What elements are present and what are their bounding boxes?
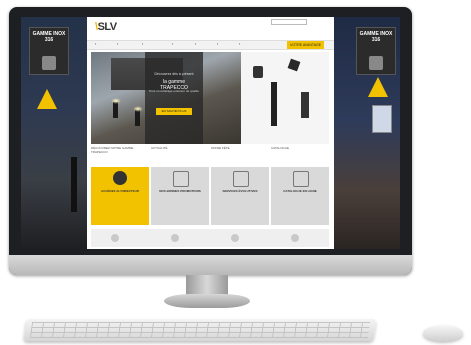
nav-cta-button[interactable]: VOTRE AVANTAGE bbox=[287, 41, 325, 49]
gear-icon bbox=[233, 171, 249, 187]
social-icon[interactable] bbox=[171, 234, 179, 242]
sub-link[interactable]: OFFRE FÊTE bbox=[211, 146, 265, 150]
mouse bbox=[423, 325, 463, 341]
monitor-chin bbox=[9, 255, 412, 275]
sub-link[interactable]: DÉCOUVREZ NOTRE GAMME TRAPECCO bbox=[91, 146, 145, 154]
feature-tile[interactable]: NOS BONNES PROMOTIONS bbox=[151, 167, 209, 225]
left-ad-title: GAMME INOX 316 bbox=[32, 31, 66, 43]
monitor: GAMME INOX 316 \SLV ▪ ▪ ▪ ▪ ▪ ▪ ▪ VOTRE … bbox=[9, 7, 412, 275]
warning-icon bbox=[368, 77, 388, 97]
product-image bbox=[42, 56, 56, 70]
nav-item[interactable]: ▪ bbox=[117, 42, 118, 46]
nav-item[interactable]: ▪ bbox=[172, 42, 173, 46]
keyboard bbox=[23, 319, 377, 341]
spotlight-product-icon bbox=[253, 66, 263, 78]
website: \SLV ▪ ▪ ▪ ▪ ▪ ▪ ▪ VOTRE AVANTAGE Découv… bbox=[87, 17, 334, 249]
product-image bbox=[369, 56, 383, 70]
bollard-product-icon bbox=[271, 82, 277, 126]
hero-text: Pour un éclairage extérieur de qualité bbox=[149, 89, 199, 93]
left-ad-box[interactable]: GAMME INOX 316 bbox=[29, 27, 69, 75]
wall-light-product-icon bbox=[287, 58, 301, 72]
hero-products bbox=[241, 52, 329, 144]
hero-line1: Découvrez dès à présent bbox=[154, 72, 194, 76]
nav-item[interactable]: ▪ bbox=[217, 42, 218, 46]
book-icon bbox=[293, 171, 309, 187]
sub-links: DÉCOUVREZ NOTRE GAMME TRAPECCO ACTUALITÉ… bbox=[91, 145, 329, 161]
feature-tile[interactable]: ACCÉDEZ AU DIRECTEUR bbox=[91, 167, 149, 225]
sub-link[interactable]: CATALOGUE bbox=[271, 146, 325, 150]
social-icon[interactable] bbox=[291, 234, 299, 242]
slv-logo[interactable]: \SLV bbox=[95, 21, 117, 33]
nav-item[interactable]: ▪ bbox=[195, 42, 196, 46]
sub-link[interactable]: ACTUALITÉ bbox=[151, 146, 205, 150]
feature-tile[interactable]: CATALOGUE EN LIGNE bbox=[271, 167, 329, 225]
footer-strip bbox=[91, 229, 329, 247]
left-banner[interactable]: GAMME INOX 316 bbox=[21, 17, 87, 249]
nav-item[interactable]: ▪ bbox=[239, 42, 240, 46]
site-header: \SLV bbox=[87, 17, 334, 39]
warning-icon bbox=[37, 89, 57, 109]
post-light-product-icon bbox=[301, 92, 309, 118]
search-input[interactable] bbox=[271, 19, 307, 25]
bollard-light-image bbox=[71, 157, 77, 212]
screen: GAMME INOX 316 \SLV ▪ ▪ ▪ ▪ ▪ ▪ ▪ VOTRE … bbox=[21, 17, 400, 249]
hero-overlay: Découvrez dès à présent la gamme TRAPECC… bbox=[145, 52, 203, 144]
hero-banner[interactable]: Découvrez dès à présent la gamme TRAPECC… bbox=[91, 52, 329, 144]
right-ad-title: GAMME INOX 316 bbox=[359, 31, 393, 43]
nav-item[interactable]: ▪ bbox=[142, 42, 143, 46]
feature-tiles: ACCÉDEZ AU DIRECTEUR NOS BONNES PROMOTIO… bbox=[91, 167, 329, 225]
feature-tile[interactable]: SERVICES ÉVOLUTIVES bbox=[211, 167, 269, 225]
light-fixture-image bbox=[372, 105, 392, 133]
monitor-stand-base bbox=[164, 294, 250, 308]
right-ad-box[interactable]: GAMME INOX 316 bbox=[356, 27, 396, 75]
right-banner[interactable]: GAMME INOX 316 bbox=[334, 17, 400, 249]
hero-button[interactable]: EN SAVOIR PLUS bbox=[156, 108, 192, 115]
social-icon[interactable] bbox=[231, 234, 239, 242]
nav-item[interactable]: ▪ bbox=[95, 42, 96, 46]
social-icon[interactable] bbox=[111, 234, 119, 242]
main-nav: ▪ ▪ ▪ ▪ ▪ ▪ ▪ VOTRE AVANTAGE bbox=[87, 40, 334, 50]
bollard-icon bbox=[135, 110, 140, 126]
card-icon bbox=[173, 171, 189, 187]
check-icon bbox=[113, 171, 127, 185]
bollard-icon bbox=[113, 102, 118, 118]
